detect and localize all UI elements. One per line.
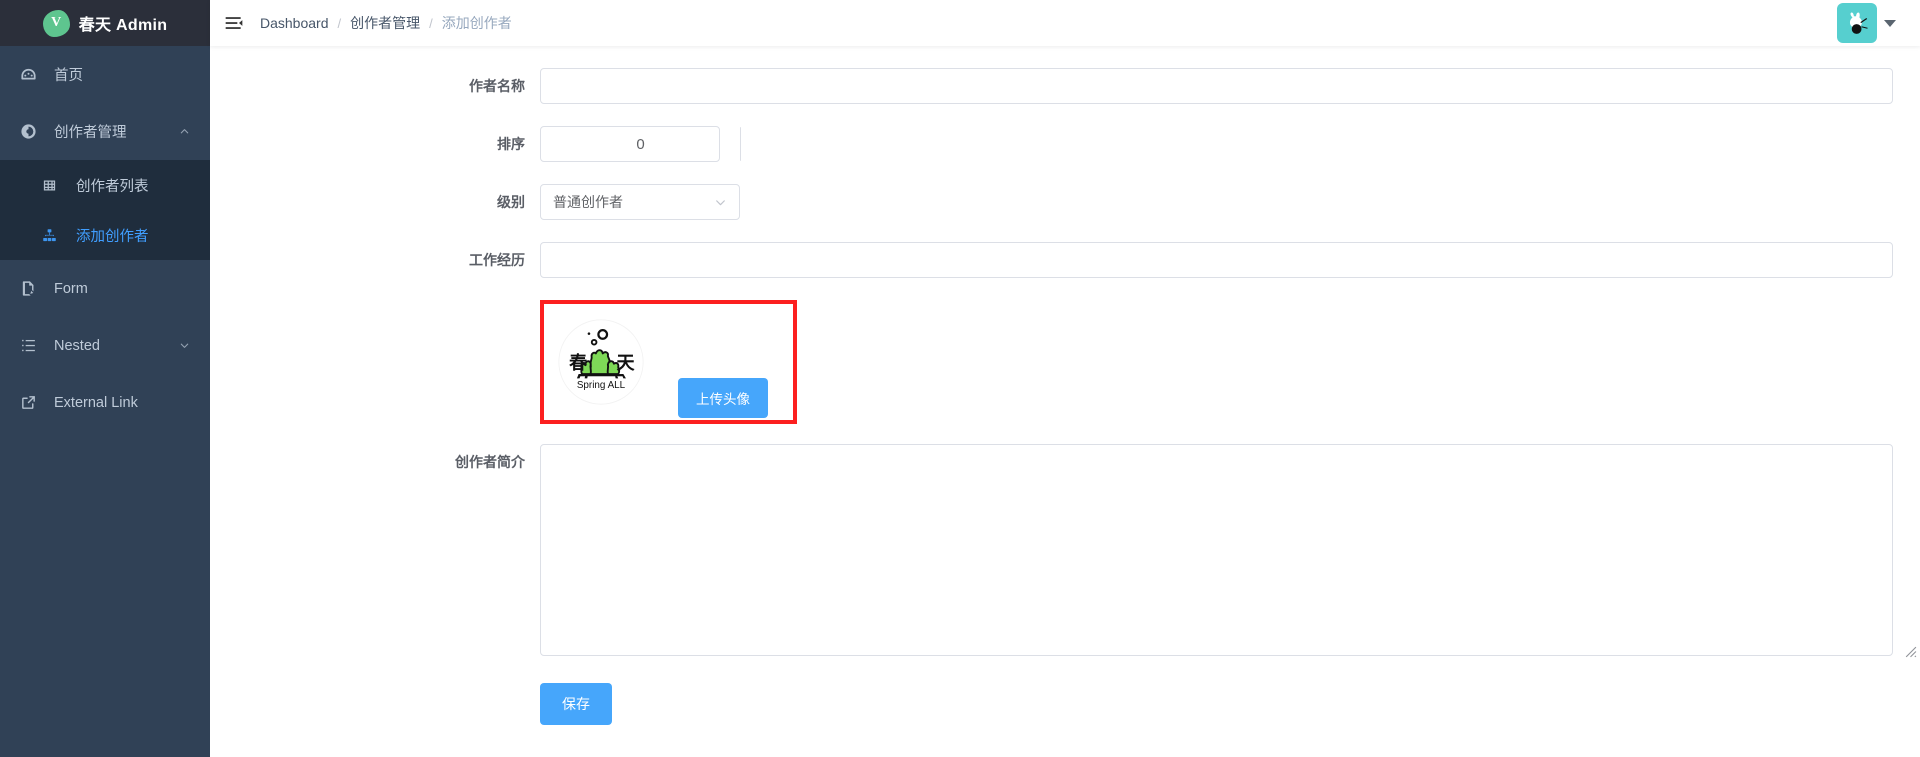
sidebar-submenu-creator-management: 创作者列表 添加创作者	[0, 160, 210, 260]
table-icon	[42, 176, 64, 194]
sidebar-item-label: 创作者列表	[76, 178, 149, 195]
sidebar-item-label: Form	[54, 280, 88, 297]
label-sort-order: 排序	[497, 136, 525, 152]
label-intro: 创作者简介	[455, 454, 525, 470]
breadcrumb-separator: /	[429, 15, 433, 31]
stepper-buttons	[740, 127, 741, 161]
label-work-experience: 工作经历	[469, 252, 525, 268]
form-row-intro: 创作者简介	[210, 444, 1920, 661]
level-select-value: 普通创作者	[553, 194, 623, 210]
sidebar-logo[interactable]: V 春天 Admin	[0, 0, 210, 46]
chevron-down-icon	[178, 340, 190, 352]
breadcrumb: Dashboard / 创作者管理 / 添加创作者	[260, 13, 512, 33]
sidebar-item-home[interactable]: 首页	[0, 46, 210, 103]
author-name-input[interactable]	[540, 68, 1893, 104]
add-creator-form: 作者名称 排序 0 级别 普通创作者 工作经历 春 天 Spring ALL 上…	[210, 46, 1920, 757]
sidebar-item-creator-list[interactable]: 创作者列表	[0, 160, 210, 210]
logo-letter: V	[51, 15, 62, 30]
sidebar-item-creator-management[interactable]: 创作者管理	[0, 103, 210, 160]
breadcrumb-item-dashboard[interactable]: Dashboard	[260, 15, 329, 31]
svg-text:Spring ALL: Spring ALL	[577, 380, 626, 391]
svg-text:天: 天	[616, 353, 635, 373]
work-experience-input[interactable]	[540, 242, 1893, 278]
sidebar-item-label: External Link	[54, 394, 138, 411]
form-row-save: 保存	[210, 683, 1920, 725]
chevron-down-icon	[714, 196, 727, 209]
upload-avatar-button[interactable]: 上传头像	[678, 378, 768, 418]
form-icon	[20, 280, 42, 298]
dashboard-icon	[20, 66, 42, 84]
avatar-preview-image[interactable]: 春 天 Spring ALL	[558, 319, 644, 405]
form-row-level: 级别 普通创作者	[210, 184, 1920, 220]
tree-icon	[42, 226, 64, 244]
sidebar-item-external-link[interactable]: External Link	[0, 374, 210, 431]
hamburger-icon[interactable]	[210, 0, 250, 46]
sidebar-menu: 首页 创作者管理 创作者列表 添加创作者 Form Nested Externa…	[0, 46, 210, 757]
form-row-work-experience: 工作经历	[210, 242, 1920, 278]
form-row-author-name: 作者名称	[210, 68, 1920, 104]
component-icon	[20, 123, 42, 141]
sidebar-item-label: 创作者管理	[54, 125, 127, 141]
external-link-icon	[20, 394, 42, 412]
intro-textarea[interactable]	[540, 444, 1893, 656]
form-row-sort-order: 排序	[210, 126, 1920, 162]
breadcrumb-item-creator-management[interactable]: 创作者管理	[350, 13, 420, 33]
sidebar-item-add-creator[interactable]: 添加创作者	[0, 210, 210, 260]
sort-order-input[interactable]	[541, 127, 740, 161]
sidebar-item-label: Nested	[54, 337, 100, 354]
nested-list-icon	[20, 337, 42, 355]
chevron-up-icon	[178, 126, 190, 138]
admin-page: V 春天 Admin 首页 创作者管理 创作者列表 添加创作者 Form Nes…	[0, 0, 1920, 757]
brand-title: 春天 Admin	[78, 17, 168, 34]
save-button[interactable]: 保存	[540, 683, 612, 725]
label-author-name: 作者名称	[469, 78, 525, 94]
sidebar-item-form[interactable]: Form	[0, 260, 210, 317]
sidebar-item-nested[interactable]: Nested	[0, 317, 210, 374]
main-area: Dashboard / 创作者管理 / 添加创作者 作者名称 排序 0 级别 普…	[210, 0, 1920, 757]
sidebar: V 春天 Admin 首页 创作者管理 创作者列表 添加创作者 Form Nes…	[0, 0, 210, 757]
chevron-down-icon[interactable]	[1884, 19, 1896, 27]
sidebar-item-label: 添加创作者	[76, 228, 149, 245]
top-navbar: Dashboard / 创作者管理 / 添加创作者	[210, 0, 1920, 46]
avatar-upload-box: 春 天 Spring ALL 上传头像	[540, 300, 797, 424]
form-row-avatar-upload: 春 天 Spring ALL 上传头像	[210, 300, 1920, 424]
resize-handle-icon[interactable]	[1904, 645, 1917, 658]
breadcrumb-separator: /	[337, 15, 342, 31]
level-select[interactable]: 普通创作者	[540, 184, 740, 220]
navbar-right	[1837, 3, 1920, 43]
svg-text:春: 春	[569, 352, 588, 373]
avatar[interactable]	[1837, 3, 1877, 43]
logo-mark-icon: V	[42, 9, 70, 37]
label-level: 级别	[497, 194, 525, 210]
breadcrumb-item-add-creator: 添加创作者	[441, 15, 512, 31]
sidebar-item-label: 首页	[54, 68, 83, 84]
sort-order-stepper[interactable]	[540, 126, 741, 162]
